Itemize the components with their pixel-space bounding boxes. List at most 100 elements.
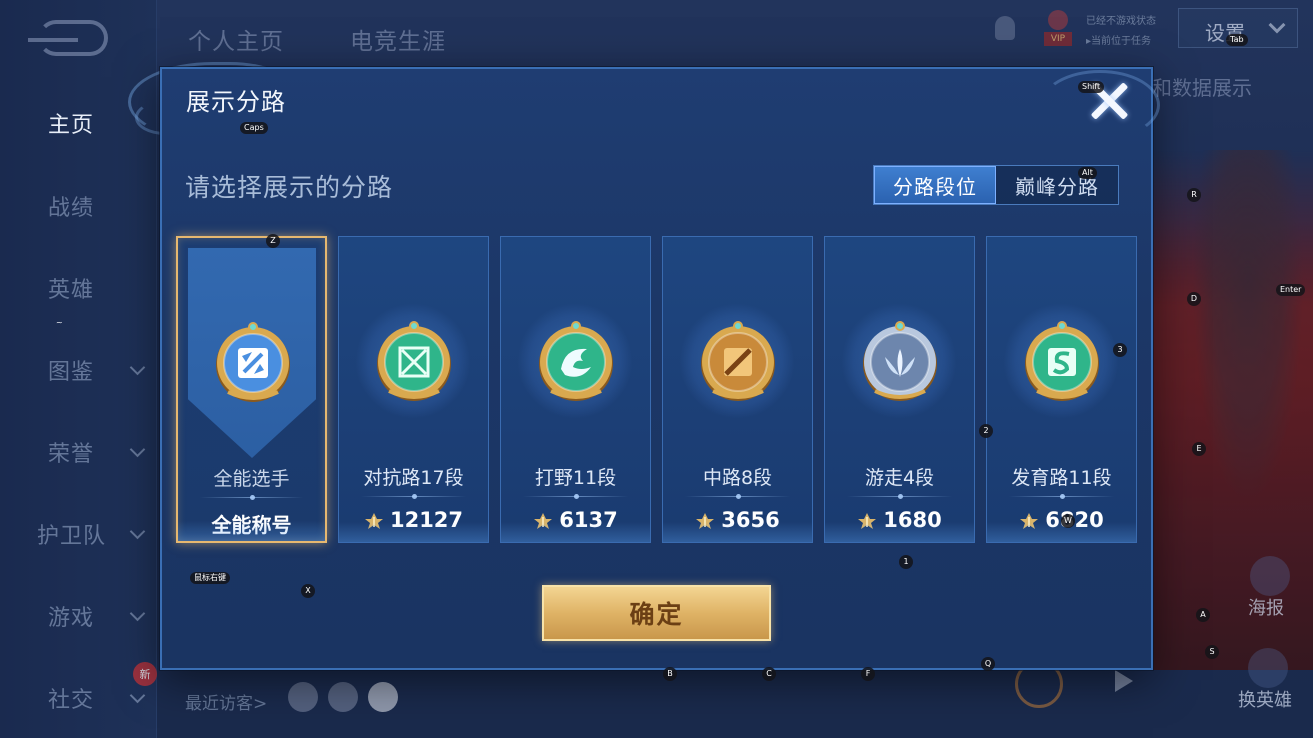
- lane-card[interactable]: 打野11段 6137: [500, 236, 651, 543]
- lane-score-value: 6137: [559, 508, 618, 532]
- rank-points-icon: [1019, 511, 1039, 529]
- key-hint: S: [1205, 645, 1219, 659]
- rank-points-icon: [695, 511, 715, 529]
- divider: [361, 494, 466, 499]
- key-hint: X: [301, 584, 315, 598]
- lane-score: 1680: [825, 508, 974, 532]
- recent-visitors-label[interactable]: 最近访客>: [185, 689, 267, 714]
- nav-item-heroes[interactable]: 英雄: [0, 268, 157, 308]
- key-hint: Alt: [1078, 167, 1097, 179]
- all-round-icon: [212, 322, 294, 404]
- nav-item-label: 主页: [48, 113, 95, 138]
- divider: [847, 494, 952, 499]
- rank-points-icon: [857, 511, 877, 529]
- nav-item-label: 荣誉: [48, 442, 95, 467]
- key-hint: Shift: [1078, 81, 1105, 93]
- vip-icon[interactable]: VIP: [1040, 10, 1076, 50]
- key-hint: F: [861, 667, 875, 681]
- key-hint: ~: [56, 318, 63, 327]
- key-hint: 3: [1113, 343, 1127, 357]
- nav-item-codex[interactable]: 图鉴: [0, 350, 157, 390]
- tab-esports-career[interactable]: 电竞生涯: [350, 22, 446, 56]
- lane-score: 3656: [663, 508, 812, 532]
- change-hero-icon[interactable]: [1248, 648, 1288, 688]
- confirm-button[interactable]: 确定: [542, 585, 771, 641]
- key-hint: Tab: [1226, 34, 1248, 46]
- nav-item-label: 游戏: [48, 606, 95, 631]
- lane-card[interactable]: 全能选手 全能称号: [176, 236, 327, 543]
- key-hint: R: [1187, 188, 1201, 202]
- play-icon[interactable]: [1115, 670, 1133, 692]
- chevron-down-icon: [129, 605, 146, 622]
- nav-item-label: 社交: [48, 688, 95, 713]
- lane-card[interactable]: 游走4段 1680: [824, 236, 975, 543]
- lane-score-value: 12127: [389, 508, 464, 532]
- poster-icon[interactable]: [1250, 556, 1290, 596]
- lane-score: 6137: [501, 508, 650, 532]
- lane-score: 12127: [339, 508, 488, 532]
- toggle-peak-lane[interactable]: 巅峰分路: [996, 166, 1118, 204]
- toggle-lane-rank[interactable]: 分路段位: [874, 166, 996, 204]
- key-hint: W: [1061, 514, 1075, 528]
- divider: [200, 495, 303, 500]
- key-hint: E: [1192, 442, 1206, 456]
- chevron-down-icon: [129, 523, 146, 540]
- lane-card[interactable]: 对抗路17段 12127: [338, 236, 489, 543]
- chevron-down-icon: [129, 359, 146, 376]
- jungle-icon: [535, 321, 617, 403]
- key-hint: 2: [979, 424, 993, 438]
- nav-item-social[interactable]: 社交: [0, 678, 157, 718]
- lane-card[interactable]: 中路8段 3656: [662, 236, 813, 543]
- visitor-avatar[interactable]: [288, 682, 318, 712]
- nav-item-label: 护卫队: [37, 524, 107, 549]
- nav-item-label: 英雄: [48, 278, 95, 303]
- lane-rank-label: 打野11段: [534, 467, 617, 489]
- rank-points-icon: [533, 511, 553, 529]
- key-hint: D: [1187, 292, 1201, 306]
- nav-item-label: 图鉴: [48, 360, 95, 385]
- key-hint: Caps: [240, 122, 268, 134]
- poster-label[interactable]: 海报: [1248, 594, 1284, 620]
- nav-item-label: 战绩: [48, 196, 95, 221]
- visitor-avatar[interactable]: [328, 682, 358, 712]
- clash-lane-icon: [373, 321, 455, 403]
- tab-personal-home[interactable]: 个人主页: [188, 22, 284, 56]
- rank-points-icon: [364, 511, 384, 529]
- new-badge: 新: [133, 662, 157, 686]
- key-hint: Q: [981, 657, 995, 671]
- notification-bell-icon[interactable]: [985, 10, 1025, 50]
- chevron-down-icon: [1268, 16, 1286, 34]
- status-line-1: 已经不游戏状态: [1086, 16, 1156, 27]
- lane-score-value: 全能称号: [211, 513, 292, 537]
- key-hint: 鼠标右键: [190, 572, 230, 584]
- lane-rank-label: 全能选手: [213, 468, 290, 490]
- nav-item-game[interactable]: 游戏: [0, 596, 157, 636]
- key-hint: C: [762, 667, 776, 681]
- data-display-hint: 和数据展示: [1152, 76, 1252, 100]
- key-hint: Enter: [1276, 284, 1306, 296]
- chevron-down-icon: [129, 687, 146, 704]
- lane-score-value: 3656: [721, 508, 780, 532]
- key-hint: A: [1196, 608, 1210, 622]
- lane-rank-label: 对抗路17段: [363, 467, 464, 489]
- lane-rank-label: 游走4段: [864, 467, 935, 489]
- status-line-2: ▸当前位于任务: [1086, 36, 1152, 47]
- nav-item-records[interactable]: 战绩: [0, 186, 157, 226]
- divider: [685, 494, 790, 499]
- chevron-down-icon: [129, 441, 146, 458]
- key-hint: 1: [899, 555, 913, 569]
- nav-item-guard[interactable]: 护卫队: [0, 514, 157, 554]
- back-icon[interactable]: [28, 20, 108, 56]
- dialog-title: 展示分路: [186, 88, 286, 116]
- change-hero-label[interactable]: 换英雄: [1238, 686, 1292, 712]
- visitor-avatar[interactable]: [368, 682, 398, 712]
- lane-score: 全能称号: [178, 509, 325, 538]
- dialog-prompt: 请选择展示的分路: [185, 173, 394, 202]
- hero-figure: [1150, 150, 1313, 670]
- nav-item-honor[interactable]: 荣誉: [0, 432, 157, 472]
- farm-lane-icon: [1021, 321, 1103, 403]
- mid-lane-icon: [697, 321, 779, 403]
- divider: [523, 494, 628, 499]
- roam-icon: [859, 321, 941, 403]
- lane-card[interactable]: 发育路11段6820: [986, 236, 1137, 543]
